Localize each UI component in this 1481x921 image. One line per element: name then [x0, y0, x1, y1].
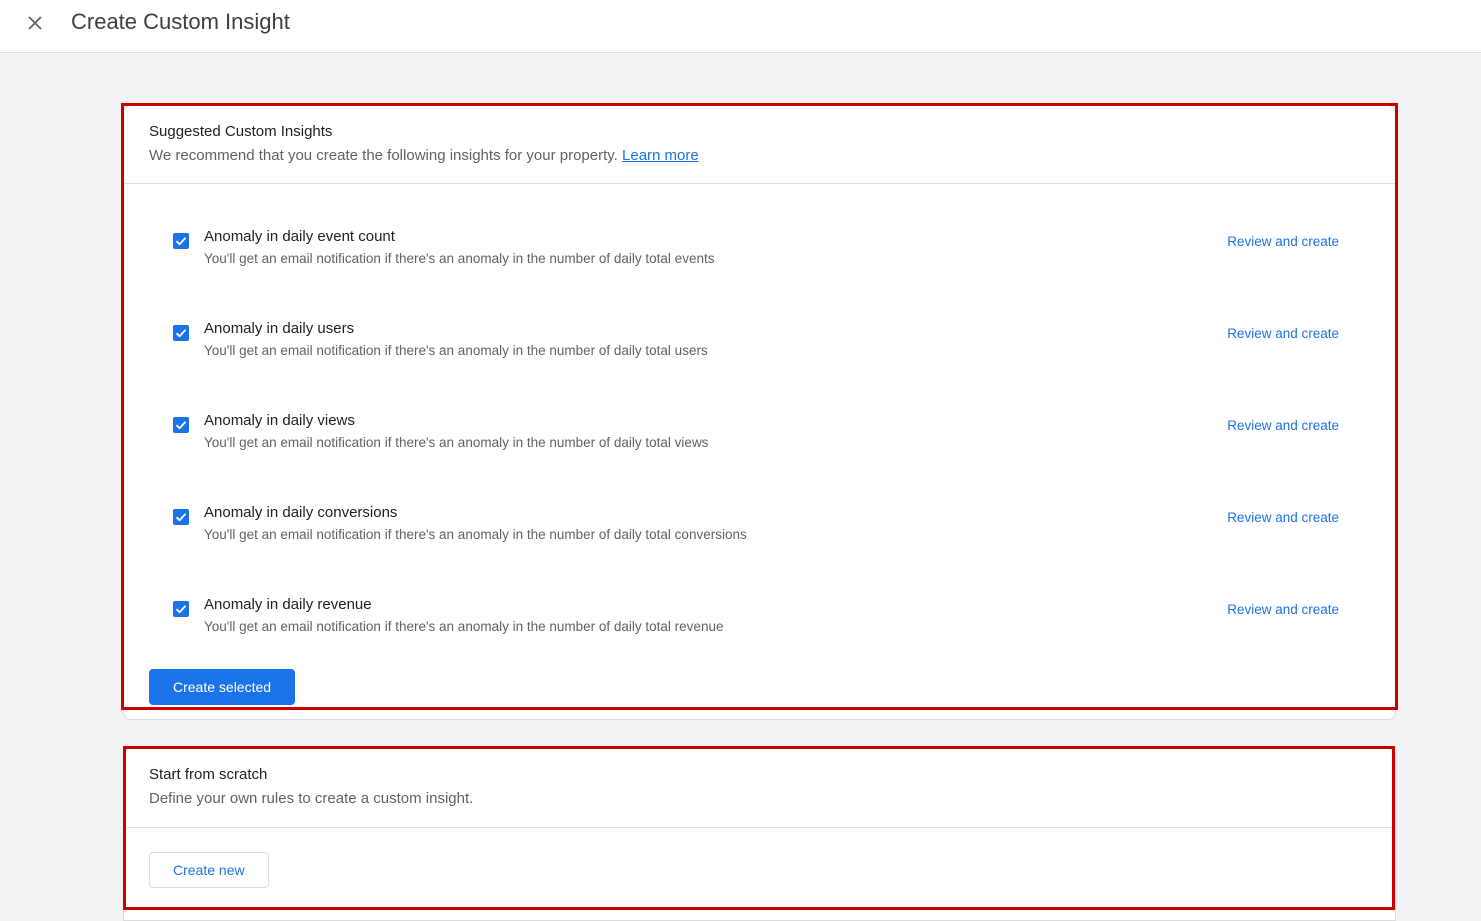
suggested-header: Suggested Custom Insights We recommend t…	[149, 123, 699, 164]
list-item-event-count: Anomaly in daily event count You'll get …	[173, 228, 1339, 272]
close-button[interactable]	[22, 10, 48, 36]
create-selected-button[interactable]: Create selected	[149, 669, 296, 705]
suggested-subtitle-text: We recommend that you create the followi…	[149, 147, 618, 164]
checkbox-views[interactable]	[173, 417, 189, 433]
review-and-create-link[interactable]: Review and create	[1227, 602, 1339, 617]
scratch-subtitle: Define your own rules to create a custom…	[149, 790, 474, 807]
checkbox-revenue[interactable]	[173, 601, 189, 617]
checkbox-conversions[interactable]	[173, 509, 189, 525]
list-item-revenue: Anomaly in daily revenue You'll get an e…	[173, 596, 1339, 640]
start-from-scratch-card: Start from scratch Define your own rules…	[123, 748, 1396, 921]
check-icon	[175, 421, 187, 430]
scratch-header: Start from scratch Define your own rules…	[149, 766, 473, 807]
review-and-create-link[interactable]: Review and create	[1227, 326, 1339, 341]
insight-title: Anomaly in daily conversions	[204, 504, 398, 521]
check-icon	[175, 513, 187, 522]
insight-title: Anomaly in daily views	[204, 412, 355, 429]
insight-title: Anomaly in daily event count	[204, 228, 395, 245]
insight-description: You'll get an email notification if ther…	[204, 251, 715, 266]
create-new-button[interactable]: Create new	[149, 852, 269, 888]
suggested-insights-card: Suggested Custom Insights We recommend t…	[123, 105, 1396, 720]
review-and-create-link[interactable]: Review and create	[1227, 418, 1339, 433]
close-icon	[28, 16, 42, 30]
review-and-create-link[interactable]: Review and create	[1227, 510, 1339, 525]
scratch-title: Start from scratch	[149, 766, 268, 783]
insight-description: You'll get an email notification if ther…	[204, 527, 747, 542]
top-bar: Create Custom Insight	[0, 0, 1481, 53]
insight-description: You'll get an email notification if ther…	[204, 435, 709, 450]
suggested-title: Suggested Custom Insights	[149, 123, 333, 140]
check-icon	[175, 329, 187, 338]
list-item-conversions: Anomaly in daily conversions You'll get …	[173, 504, 1339, 548]
learn-more-link[interactable]: Learn more	[622, 147, 699, 164]
checkbox-users[interactable]	[173, 325, 189, 341]
list-item-views: Anomaly in daily views You'll get an ema…	[173, 412, 1339, 456]
review-and-create-link[interactable]: Review and create	[1227, 234, 1339, 249]
divider	[124, 183, 1395, 184]
page-title: Create Custom Insight	[71, 9, 290, 34]
insight-title: Anomaly in daily users	[204, 320, 355, 337]
suggested-subtitle: We recommend that you create the followi…	[149, 147, 699, 164]
insight-title: Anomaly in daily revenue	[204, 596, 372, 613]
check-icon	[175, 605, 187, 614]
check-icon	[175, 237, 187, 246]
insight-description: You'll get an email notification if ther…	[204, 619, 724, 634]
list-item-users: Anomaly in daily users You'll get an ema…	[173, 320, 1339, 364]
insight-description: You'll get an email notification if ther…	[204, 343, 708, 358]
checkbox-event-count[interactable]	[173, 233, 189, 249]
divider	[124, 827, 1395, 828]
